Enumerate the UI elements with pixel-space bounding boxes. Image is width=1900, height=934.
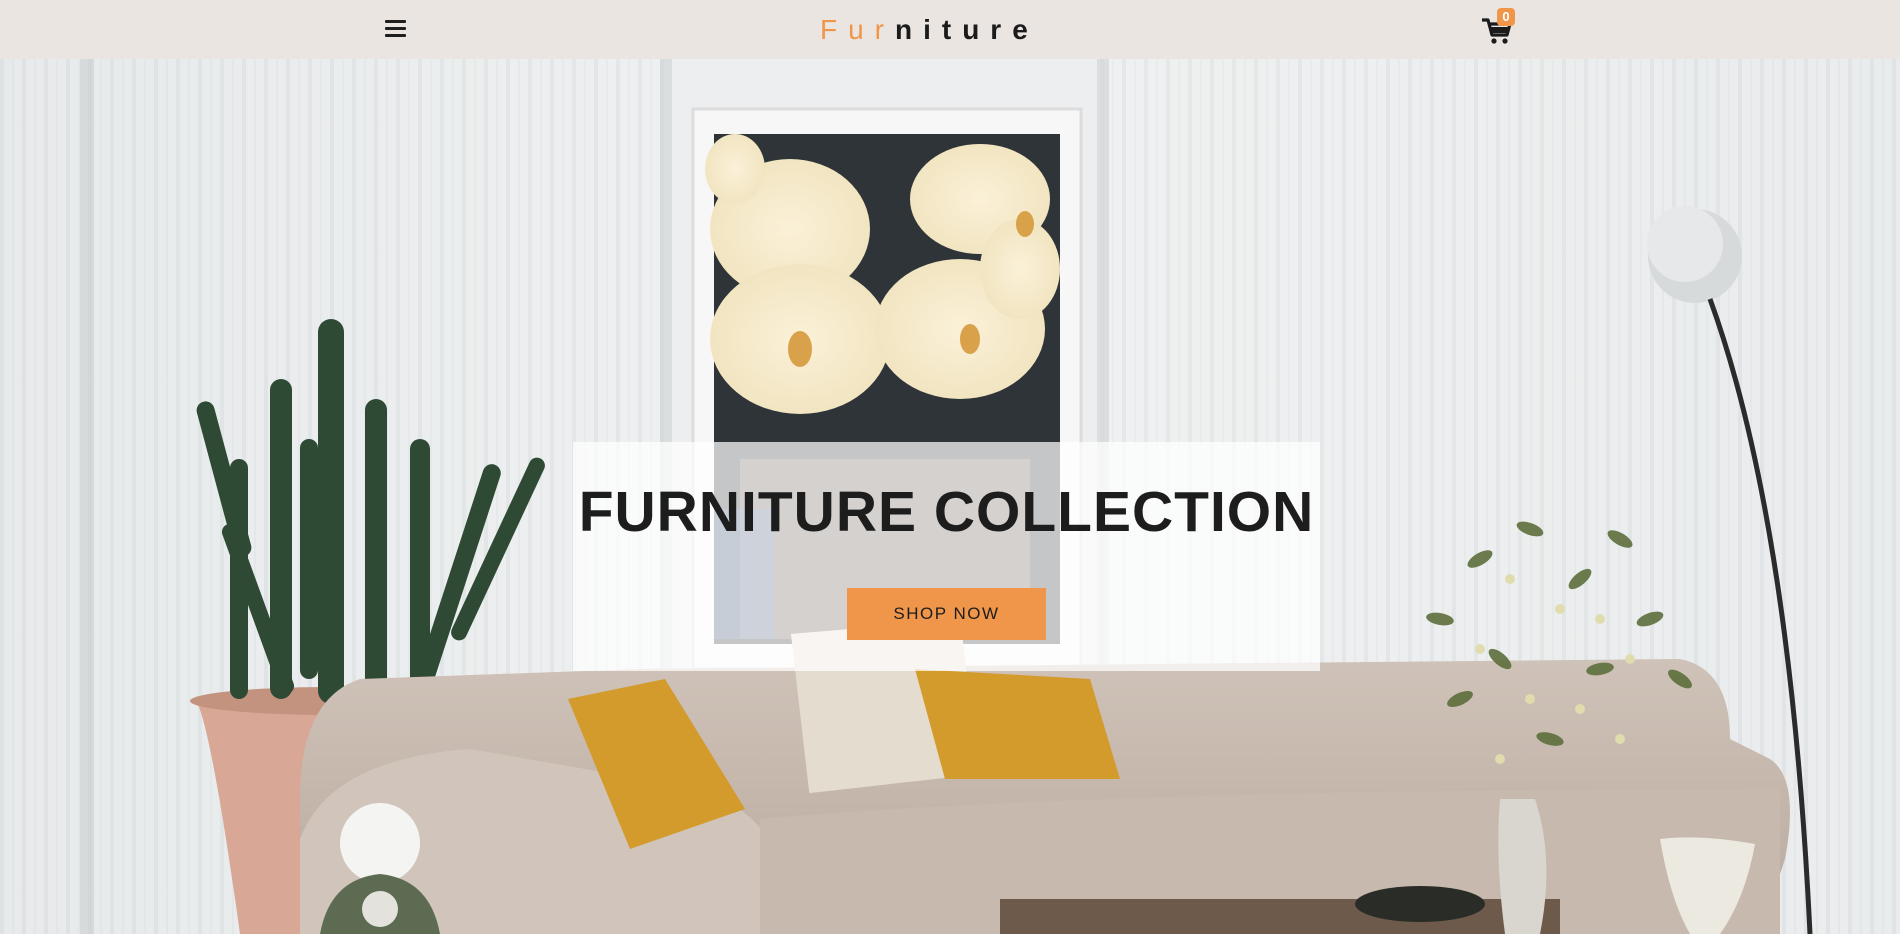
hamburger-menu-icon[interactable]: [384, 18, 408, 40]
hero-title: FURNITURE COLLECTION: [578, 480, 1315, 544]
hero-overlay-panel: FURNITURE COLLECTION SHOP NOW: [573, 442, 1320, 671]
shop-now-button[interactable]: SHOP NOW: [847, 588, 1046, 640]
brand-logo[interactable]: Furniture: [820, 13, 1039, 47]
logo-text: niture: [895, 14, 1039, 45]
logo-accent-text: Fur: [820, 14, 895, 45]
cart-count-badge: 0: [1497, 8, 1515, 26]
hero-banner: FURNITURE COLLECTION SHOP NOW: [0, 59, 1900, 934]
top-navbar: Furniture 0: [0, 0, 1900, 59]
